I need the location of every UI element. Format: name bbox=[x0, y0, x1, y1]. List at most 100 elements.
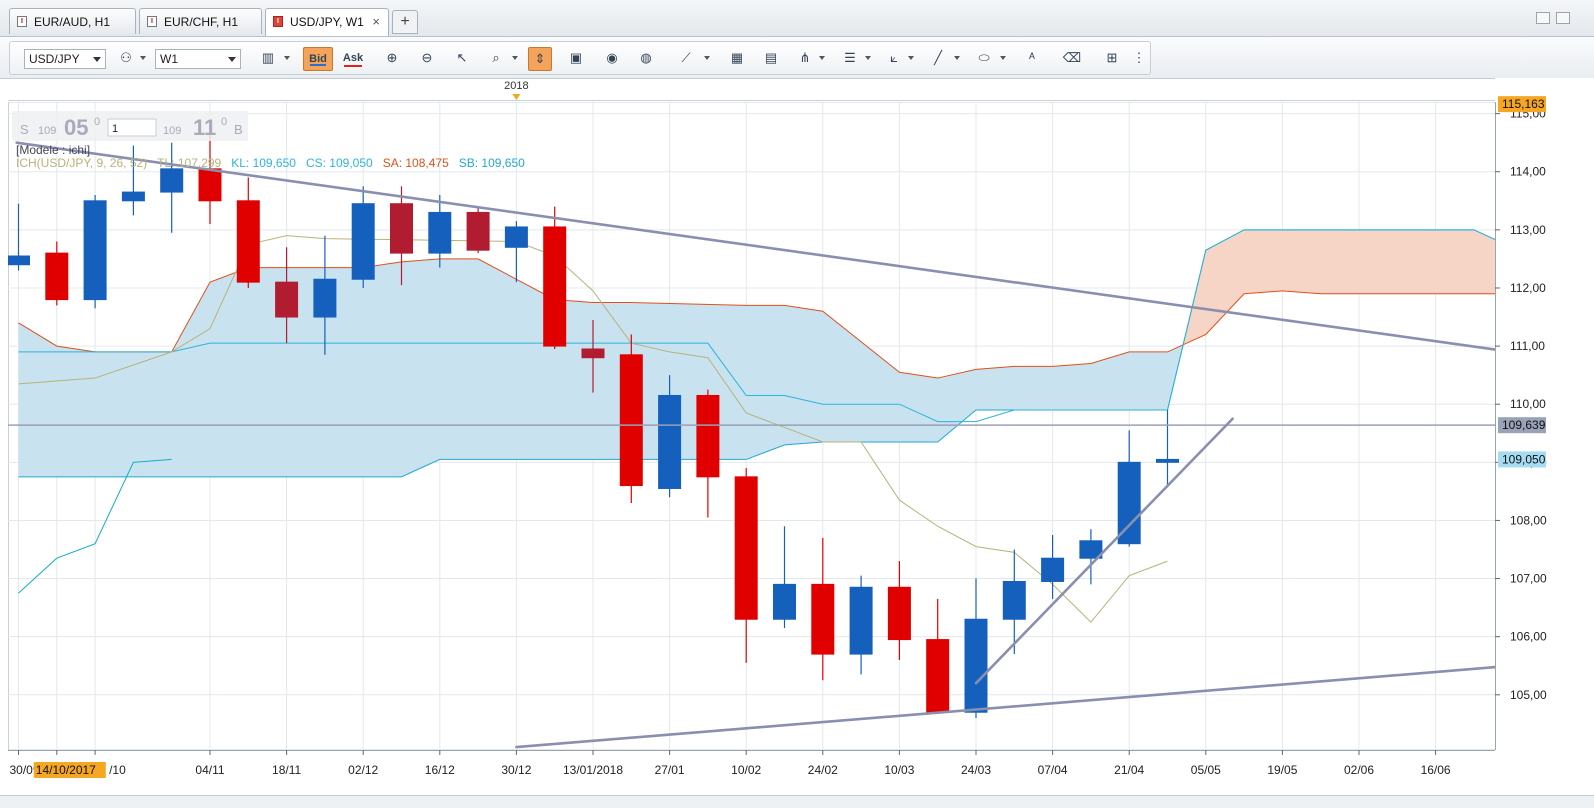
compare-icon[interactable]: ⚇ bbox=[114, 47, 138, 71]
y-tick-label: 110,00 bbox=[1510, 397, 1546, 411]
y-tick-label: 112,00 bbox=[1510, 281, 1546, 295]
candlestick-chart[interactable]: 2018105,00106,00107,00108,00109,00110,00… bbox=[7, 78, 1594, 795]
fan-icon[interactable]: ⟀ bbox=[882, 47, 906, 71]
price-tag-label: 115,163 bbox=[1502, 97, 1545, 111]
ask-label: Ask bbox=[342, 52, 364, 64]
candle-body bbox=[236, 200, 260, 283]
chevron-down-icon[interactable] bbox=[865, 56, 871, 60]
chikou-value: CS: 109,050 bbox=[306, 156, 373, 170]
timeframe-select[interactable]: W1 bbox=[155, 49, 241, 69]
price-tag-label: 109,639 bbox=[1502, 418, 1546, 432]
cursor-icon[interactable]: ↖ bbox=[450, 47, 474, 71]
tenkan-value: TL: 107,299 bbox=[157, 156, 221, 170]
x-tick-label: 10/03 bbox=[884, 763, 914, 777]
chevron-down-icon[interactable] bbox=[954, 56, 960, 60]
zoom-in-icon[interactable]: ⊕ bbox=[380, 47, 404, 71]
image-icon[interactable]: ▦ bbox=[725, 47, 749, 71]
candle-body bbox=[7, 255, 30, 266]
hierarchy-icon[interactable]: ⊞ bbox=[1100, 47, 1124, 71]
plus-icon: + bbox=[400, 13, 410, 30]
lines-icon[interactable]: ☰ bbox=[838, 47, 862, 71]
candle-body bbox=[543, 226, 567, 347]
sell-price-big: 109 bbox=[38, 125, 56, 137]
candle-body bbox=[83, 200, 107, 301]
x-tick-label: 24/03 bbox=[961, 763, 991, 777]
bid-underline bbox=[310, 64, 326, 66]
x-tick-label: /10 bbox=[109, 763, 126, 777]
chart-tab-icon: I bbox=[147, 16, 157, 27]
x-tick-label: 07/04 bbox=[1038, 763, 1068, 777]
close-icon[interactable]: × bbox=[372, 9, 380, 35]
chevron-down-icon[interactable] bbox=[284, 56, 290, 60]
bearish-candle bbox=[543, 206, 567, 349]
tab-eur-chf[interactable]: I EUR/CHF, H1 bbox=[139, 8, 262, 34]
eye-icon[interactable]: ◉ bbox=[600, 47, 624, 71]
trendline-icon[interactable]: ╱ bbox=[926, 47, 950, 71]
tab-eur-aud[interactable]: I EUR/AUD, H1 bbox=[9, 8, 136, 34]
text-tool-icon[interactable]: ᴬ bbox=[1020, 47, 1044, 71]
model-label: [Modele : ichi] bbox=[16, 143, 90, 157]
candle-body bbox=[581, 348, 605, 359]
template-icon[interactable]: ▤ bbox=[759, 47, 783, 71]
chart-tab-icon: I bbox=[17, 16, 27, 27]
tab-label: EUR/AUD, H1 bbox=[34, 15, 111, 29]
tab-label: EUR/CHF, H1 bbox=[164, 15, 239, 29]
y-tick-label: 114,00 bbox=[1510, 165, 1546, 179]
x-tick-label: 02/12 bbox=[348, 763, 378, 777]
magnify-icon[interactable]: ⌕ bbox=[484, 47, 508, 71]
sell-price-main: 05 bbox=[64, 115, 88, 140]
eraser-icon[interactable]: ⌫ bbox=[1060, 47, 1084, 71]
chevron-down-icon[interactable] bbox=[819, 56, 825, 60]
chevron-down-icon[interactable] bbox=[908, 56, 914, 60]
senkou-a-value: SA: 108,475 bbox=[383, 156, 449, 170]
candle-body bbox=[773, 583, 796, 620]
buy-price-main: 11 bbox=[193, 115, 216, 140]
candle-body bbox=[1002, 580, 1026, 620]
chevron-down-icon[interactable] bbox=[1000, 56, 1006, 60]
chevron-down-icon[interactable] bbox=[512, 56, 518, 60]
y-tick-label: 111,00 bbox=[1510, 339, 1545, 353]
window-icon[interactable]: ▣ bbox=[564, 47, 588, 71]
bullish-candle bbox=[83, 194, 107, 309]
chevron-down-icon[interactable] bbox=[704, 56, 710, 60]
new-tab-button[interactable]: + bbox=[392, 10, 418, 34]
candle-body bbox=[160, 168, 184, 193]
ask-button[interactable]: Ask bbox=[338, 47, 368, 71]
fork-icon[interactable]: ⋔ bbox=[793, 47, 817, 71]
candle-body bbox=[696, 394, 720, 478]
zoom-out-icon[interactable]: ⊖ bbox=[415, 47, 439, 71]
candle-body bbox=[198, 168, 222, 202]
toolbar-overflow-icon[interactable]: ⋮ bbox=[1132, 47, 1146, 71]
timeframe-value: W1 bbox=[160, 52, 178, 66]
y-tick-label: 105,00 bbox=[1510, 688, 1547, 702]
ellipse-icon[interactable]: ⬭ bbox=[972, 47, 996, 71]
x-tick-label: 02/06 bbox=[1344, 763, 1374, 777]
year-marker-label: 2018 bbox=[504, 80, 528, 92]
restore-window-button[interactable] bbox=[1536, 12, 1550, 24]
x-tick-label: 30/12 bbox=[501, 763, 531, 777]
quote-panel: S 109 05 01 109 11 0 B bbox=[12, 111, 248, 141]
chart-tab-icon: I bbox=[273, 16, 283, 27]
ask-underline bbox=[344, 65, 362, 67]
x-tick-label: 21/04 bbox=[1114, 763, 1144, 777]
globe-icon[interactable]: ◍ bbox=[634, 47, 658, 71]
candle-body bbox=[658, 394, 682, 489]
chart-area[interactable]: 2018105,00106,00107,00108,00109,00110,00… bbox=[7, 78, 1594, 795]
chevron-down-icon[interactable] bbox=[140, 56, 146, 60]
candle-body bbox=[964, 618, 988, 713]
maximize-window-button[interactable] bbox=[1556, 12, 1570, 24]
ruler-icon[interactable]: ⟋ bbox=[674, 47, 698, 71]
chart-type-icon[interactable]: ▥ bbox=[256, 47, 280, 71]
candle-body bbox=[390, 203, 413, 254]
x-tick-label: 16/12 bbox=[425, 763, 455, 777]
autoscale-icon[interactable]: ⇕ bbox=[528, 47, 552, 71]
tab-usd-jpy[interactable]: I USD/JPY, W1 × bbox=[265, 8, 389, 36]
candle-body bbox=[1041, 557, 1065, 582]
candle-body bbox=[275, 281, 299, 318]
tab-bar: I EUR/AUD, H1 I EUR/CHF, H1 I USD/JPY, W… bbox=[0, 0, 1594, 37]
bid-button[interactable]: Bid bbox=[303, 47, 333, 71]
candle-body bbox=[466, 211, 490, 251]
candle-body bbox=[504, 226, 528, 248]
symbol-select[interactable]: USD/JPY bbox=[24, 49, 106, 69]
x-tick-label: 19/05 bbox=[1267, 763, 1297, 777]
